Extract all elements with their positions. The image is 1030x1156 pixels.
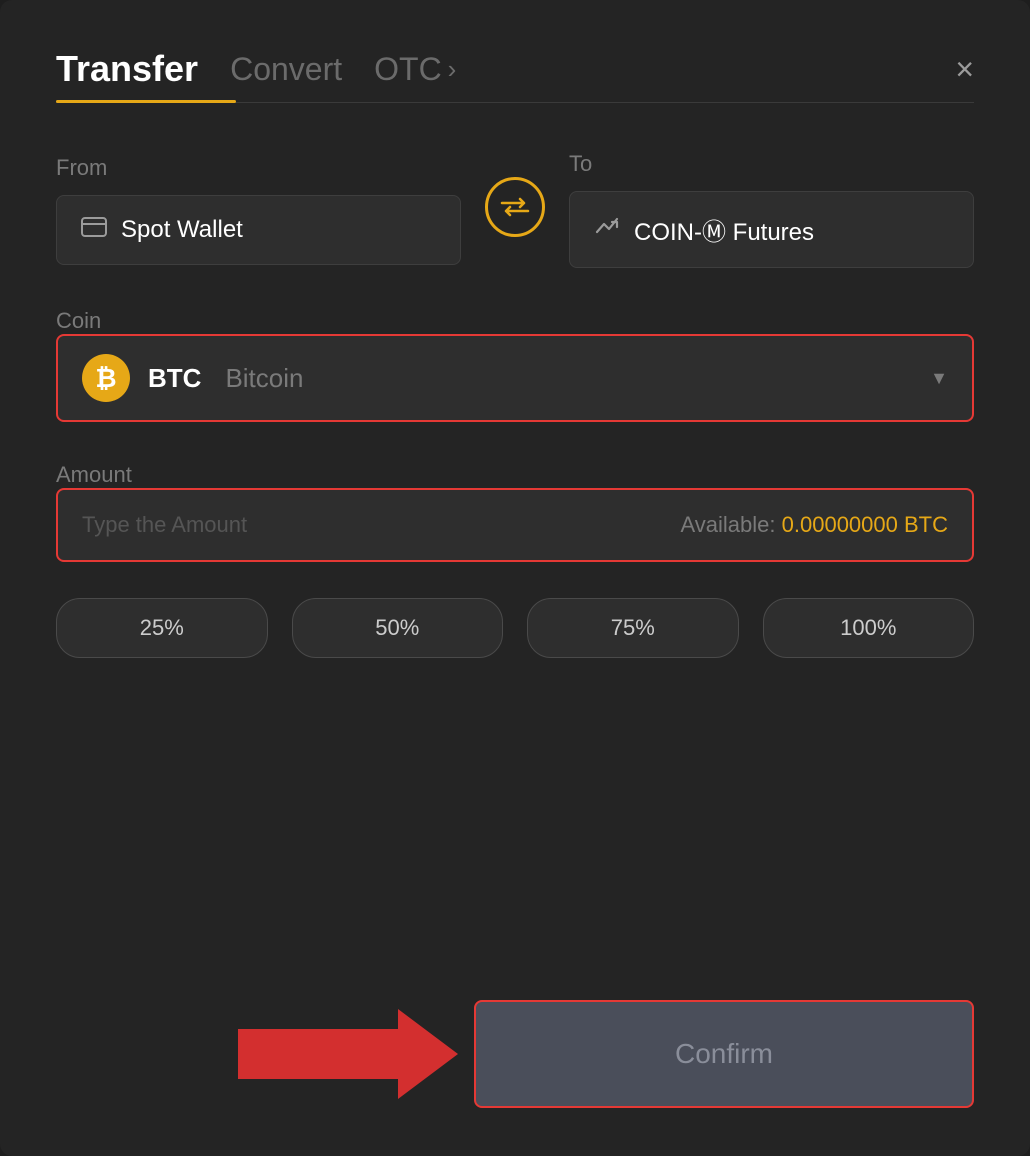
percent-button[interactable]: 100%: [763, 598, 975, 658]
available-text: Available: 0.00000000 BTC: [681, 512, 948, 538]
available-amount: 0.00000000: [782, 512, 898, 537]
close-button[interactable]: ×: [955, 53, 974, 97]
from-group: From Spot Wallet: [56, 155, 461, 265]
tab-underline-row: [56, 102, 974, 103]
from-to-row: From Spot Wallet To: [56, 151, 974, 268]
futures-icon: [594, 216, 620, 244]
transfer-modal: Transfer Convert OTC › × From Spot Walle…: [0, 0, 1030, 1156]
arrow-wrapper: [238, 1004, 458, 1104]
tab-convert[interactable]: Convert: [230, 51, 342, 100]
percent-button[interactable]: 50%: [292, 598, 504, 658]
tab-otc[interactable]: OTC ›: [374, 51, 456, 100]
amount-label: Amount: [56, 462, 132, 487]
to-group: To COIN-Ⓜ Futures: [569, 151, 974, 268]
percent-button[interactable]: 75%: [527, 598, 739, 658]
header-tabs: Transfer Convert OTC › ×: [56, 48, 974, 102]
chevron-right-icon: ›: [448, 54, 457, 85]
coin-label: Coin: [56, 308, 101, 333]
coin-section: Coin ₿ BTC Bitcoin ▼: [56, 308, 974, 422]
btc-icon: ₿: [82, 354, 130, 402]
coin-selector[interactable]: ₿ BTC Bitcoin ▼: [56, 334, 974, 422]
amount-section: Amount Type the Amount Available: 0.0000…: [56, 462, 974, 562]
tab-transfer[interactable]: Transfer: [56, 48, 198, 102]
to-wallet-selector[interactable]: COIN-Ⓜ Futures: [569, 191, 974, 268]
coin-fullname: Bitcoin: [225, 363, 303, 394]
bottom-area: Confirm: [56, 960, 974, 1108]
chevron-down-icon: ▼: [930, 368, 948, 389]
percent-row: 25% 50% 75% 100%: [56, 598, 974, 658]
amount-input-wrapper[interactable]: Type the Amount Available: 0.00000000 BT…: [56, 488, 974, 562]
swap-btn-container: [485, 177, 545, 243]
available-unit: BTC: [904, 512, 948, 537]
percent-button[interactable]: 25%: [56, 598, 268, 658]
red-arrow-icon: [238, 1004, 458, 1104]
to-label: To: [569, 151, 974, 177]
from-wallet-name: Spot Wallet: [121, 216, 243, 244]
amount-placeholder: Type the Amount: [82, 512, 247, 538]
to-wallet-name: COIN-Ⓜ Futures: [634, 212, 814, 247]
wallet-icon: [81, 217, 107, 243]
active-tab-indicator: [56, 100, 236, 103]
swap-button[interactable]: [485, 177, 545, 237]
from-label: From: [56, 155, 461, 181]
confirm-button[interactable]: Confirm: [474, 1000, 974, 1108]
coin-symbol: BTC: [148, 363, 201, 394]
from-wallet-selector[interactable]: Spot Wallet: [56, 195, 461, 265]
